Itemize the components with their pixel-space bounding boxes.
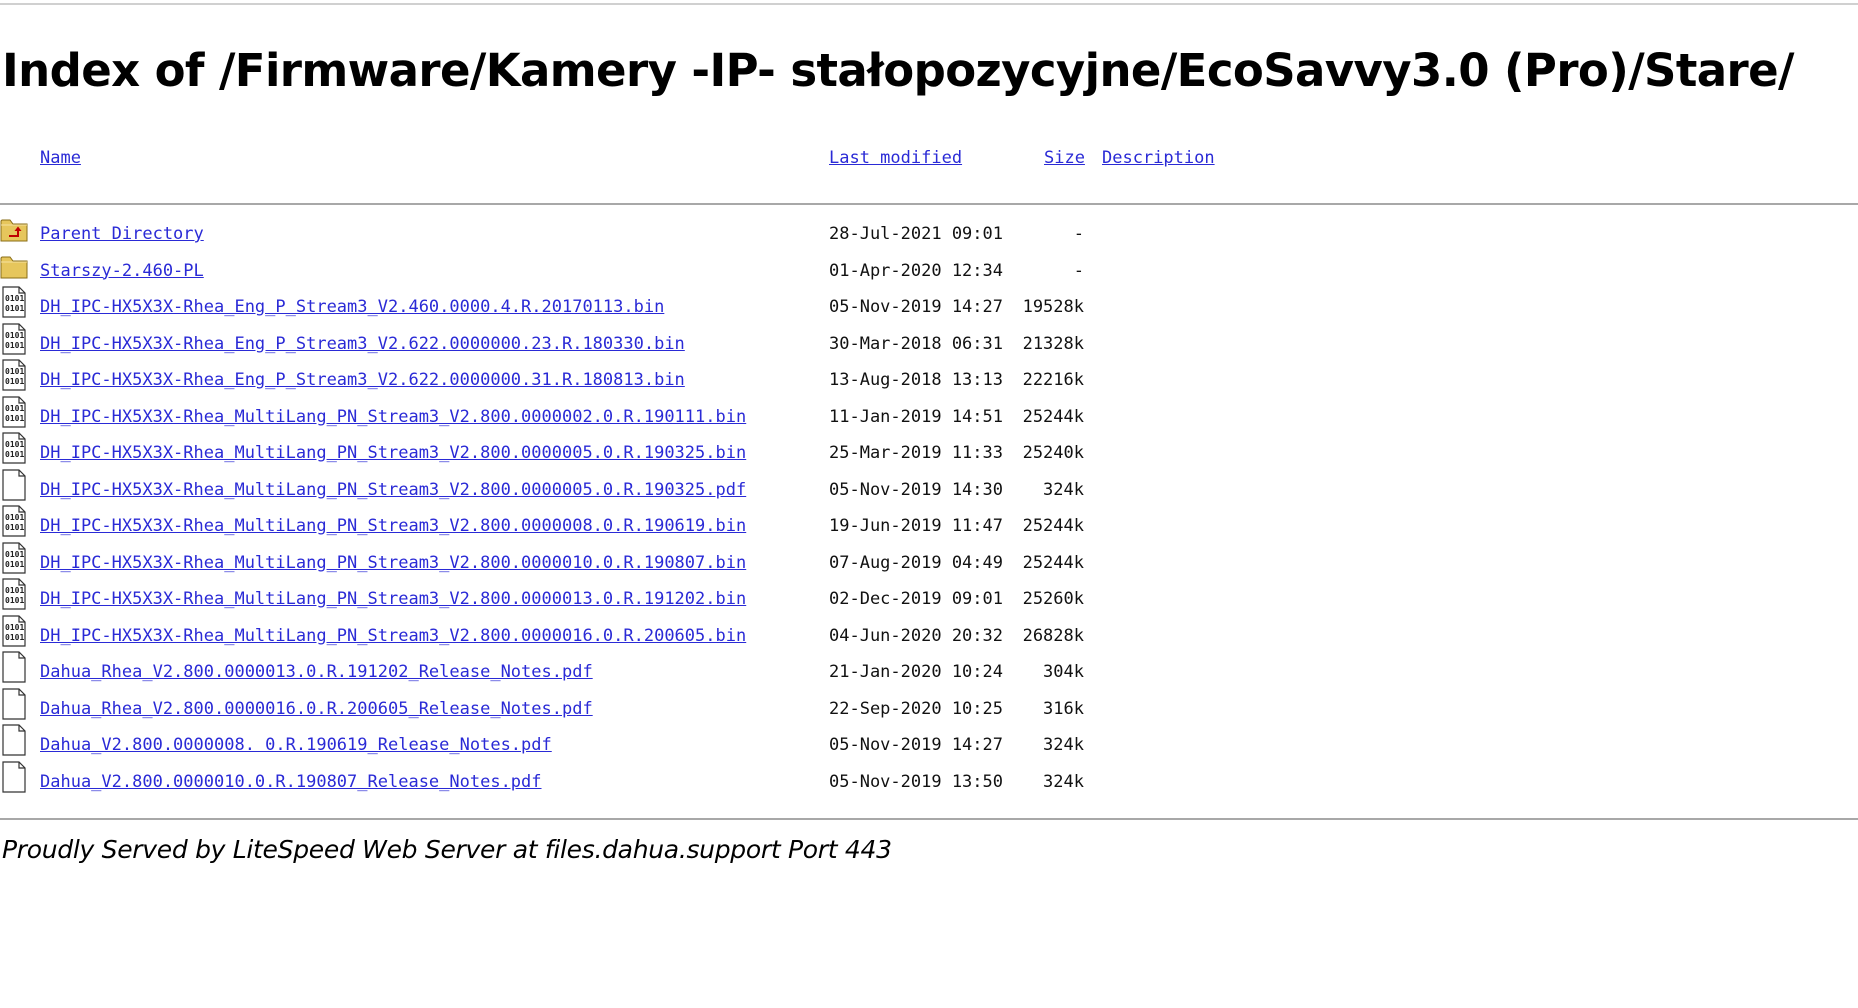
blank-file-icon[interactable]: [0, 651, 28, 683]
svg-text:0101: 0101: [5, 304, 24, 313]
list-item: 0101 0101 DH_IPC-HX5X3X-Rhea_MultiLang_PN_…: [0, 505, 1200, 541]
size-value: 304k: [1043, 662, 1084, 682]
list-item: 0101 0101 DH_IPC-HX5X3X-Rhea_Eng_P_Stream3…: [0, 322, 1200, 359]
file-link[interactable]: DH_IPC-HX5X3X-Rhea_MultiLang_PN_Stream3_…: [40, 479, 746, 501]
folder-up-icon[interactable]: [0, 213, 28, 245]
binary-file-icon[interactable]: 0101 0101: [0, 432, 28, 464]
binary-file-icon[interactable]: 0101 0101: [0, 395, 28, 428]
svg-text:0101: 0101: [5, 404, 24, 413]
list-item: Parent Directory 28-Jul-2021 09:01-: [0, 213, 1200, 249]
size-value: 324k: [1043, 479, 1084, 500]
svg-text:0101: 0101: [5, 294, 24, 303]
list-item: 0101 0101 DH_IPC-HX5X3X-Rhea_MultiLang_PN_…: [0, 614, 1200, 651]
size-value: 25244k: [1022, 516, 1084, 536]
list-item: 0101 0101 DH_IPC-HX5X3X-Rhea_Eng_P_Stream3…: [0, 359, 1200, 395]
top-border: [0, 3, 1858, 5]
size-value: 21328k: [1022, 333, 1084, 354]
column-header-size[interactable]: Size: [1044, 147, 1085, 169]
column-header-name[interactable]: Name: [40, 147, 81, 169]
file-link[interactable]: Dahua_Rhea_V2.800.0000016.0.R.200605_Rel…: [40, 698, 593, 720]
file-link[interactable]: DH_IPC-HX5X3X-Rhea_MultiLang_PN_Stream3_…: [40, 588, 746, 610]
file-link[interactable]: DH_IPC-HX5X3X-Rhea_MultiLang_PN_Stream3_…: [40, 625, 746, 647]
column-header-description[interactable]: Description: [1102, 147, 1215, 169]
svg-text:0101: 0101: [5, 341, 24, 350]
svg-text:0101: 0101: [5, 623, 24, 632]
size-value: 25244k: [1022, 552, 1084, 573]
svg-text:0101: 0101: [5, 523, 24, 532]
blank-file-icon[interactable]: [0, 468, 28, 501]
svg-text:0101: 0101: [5, 633, 24, 642]
file-link[interactable]: Dahua_V2.800.0000008. 0.R.190619_Release…: [40, 734, 552, 756]
file-link[interactable]: DH_IPC-HX5X3X-Rhea_MultiLang_PN_Stream3_…: [40, 406, 746, 428]
file-link[interactable]: DH_IPC-HX5X3X-Rhea_MultiLang_PN_Stream3_…: [40, 442, 746, 464]
file-link[interactable]: DH_IPC-HX5X3X-Rhea_MultiLang_PN_Stream3_…: [40, 515, 746, 537]
header-divider: [0, 203, 1858, 205]
svg-text:0101: 0101: [5, 450, 24, 459]
list-item: 0101 0101 DH_IPC-HX5X3X-Rhea_MultiLang_PN_…: [0, 578, 1200, 614]
server-signature: Proudly Served by LiteSpeed Web Server a…: [2, 835, 892, 864]
size-value: 22216k: [1022, 370, 1084, 390]
svg-text:0101: 0101: [5, 440, 24, 449]
blank-file-icon[interactable]: [0, 687, 28, 720]
binary-file-icon[interactable]: 0101 0101: [0, 614, 28, 647]
svg-text:0101: 0101: [5, 550, 24, 559]
file-link[interactable]: DH_IPC-HX5X3X-Rhea_MultiLang_PN_Stream3_…: [40, 552, 746, 574]
file-link[interactable]: DH_IPC-HX5X3X-Rhea_Eng_P_Stream3_V2.622.…: [40, 369, 685, 391]
file-link[interactable]: Parent Directory: [40, 223, 204, 245]
svg-text:0101: 0101: [5, 513, 24, 522]
list-item: Starszy-2.460-PL 01-Apr-2020 12:34-: [0, 250, 1200, 286]
file-link[interactable]: Starszy-2.460-PL: [40, 260, 204, 282]
list-item: Dahua_Rhea_V2.800.0000016.0.R.200605_Rel…: [0, 687, 1200, 724]
size-value: 316k: [1043, 698, 1084, 719]
size-value: 324k: [1043, 771, 1084, 792]
binary-file-icon[interactable]: 0101 0101: [0, 541, 28, 574]
size-value: 25244k: [1022, 406, 1084, 427]
list-item: Dahua_V2.800.0000010.0.R.190807_Release_…: [0, 760, 1200, 797]
svg-text:0101: 0101: [5, 586, 24, 595]
page-title: Index of /Firmware/Kamery -IP- stałopozy…: [2, 44, 1794, 97]
binary-file-icon[interactable]: 0101 0101: [0, 286, 28, 318]
binary-file-icon[interactable]: 0101 0101: [0, 322, 28, 355]
file-link[interactable]: DH_IPC-HX5X3X-Rhea_Eng_P_Stream3_V2.622.…: [40, 333, 685, 355]
svg-text:0101: 0101: [5, 560, 24, 569]
list-item: 0101 0101 DH_IPC-HX5X3X-Rhea_MultiLang_PN_…: [0, 432, 1200, 468]
list-item: 0101 0101 DH_IPC-HX5X3X-Rhea_MultiLang_PN_…: [0, 541, 1200, 578]
blank-file-icon[interactable]: [0, 724, 28, 756]
svg-text:0101: 0101: [5, 367, 24, 376]
list-item: Dahua_Rhea_V2.800.0000013.0.R.191202_Rel…: [0, 651, 1200, 687]
binary-file-icon[interactable]: 0101 0101: [0, 578, 28, 610]
binary-file-icon[interactable]: 0101 0101: [0, 359, 28, 391]
folder-icon[interactable]: [0, 250, 28, 282]
binary-file-icon[interactable]: 0101 0101: [0, 505, 28, 537]
svg-text:0101: 0101: [5, 596, 24, 605]
blank-file-icon[interactable]: [0, 760, 28, 793]
size-value: 25240k: [1022, 443, 1084, 463]
column-header-last-modified[interactable]: Last modified: [829, 147, 962, 169]
size-value: 324k: [1043, 735, 1084, 755]
svg-text:0101: 0101: [5, 377, 24, 386]
size-value: 25260k: [1022, 589, 1084, 609]
list-item: 0101 0101 DH_IPC-HX5X3X-Rhea_MultiLang_PN_…: [0, 395, 1200, 432]
file-link[interactable]: Dahua_Rhea_V2.800.0000013.0.R.191202_Rel…: [40, 661, 593, 683]
list-item: Dahua_V2.800.0000008. 0.R.190619_Release…: [0, 724, 1200, 760]
footer-divider: [0, 818, 1858, 820]
svg-text:0101: 0101: [5, 414, 24, 423]
svg-text:0101: 0101: [5, 331, 24, 340]
size-value: 26828k: [1022, 625, 1084, 646]
list-item: 0101 0101 DH_IPC-HX5X3X-Rhea_Eng_P_Stream3…: [0, 286, 1200, 322]
size-value: -: [1073, 260, 1084, 281]
file-link[interactable]: Dahua_V2.800.0000010.0.R.190807_Release_…: [40, 771, 542, 793]
size-value: 19528k: [1022, 297, 1084, 317]
file-link[interactable]: DH_IPC-HX5X3X-Rhea_Eng_P_Stream3_V2.460.…: [40, 296, 664, 318]
size-value: -: [1073, 224, 1084, 244]
list-item: DH_IPC-HX5X3X-Rhea_MultiLang_PN_Stream3_…: [0, 468, 1200, 505]
